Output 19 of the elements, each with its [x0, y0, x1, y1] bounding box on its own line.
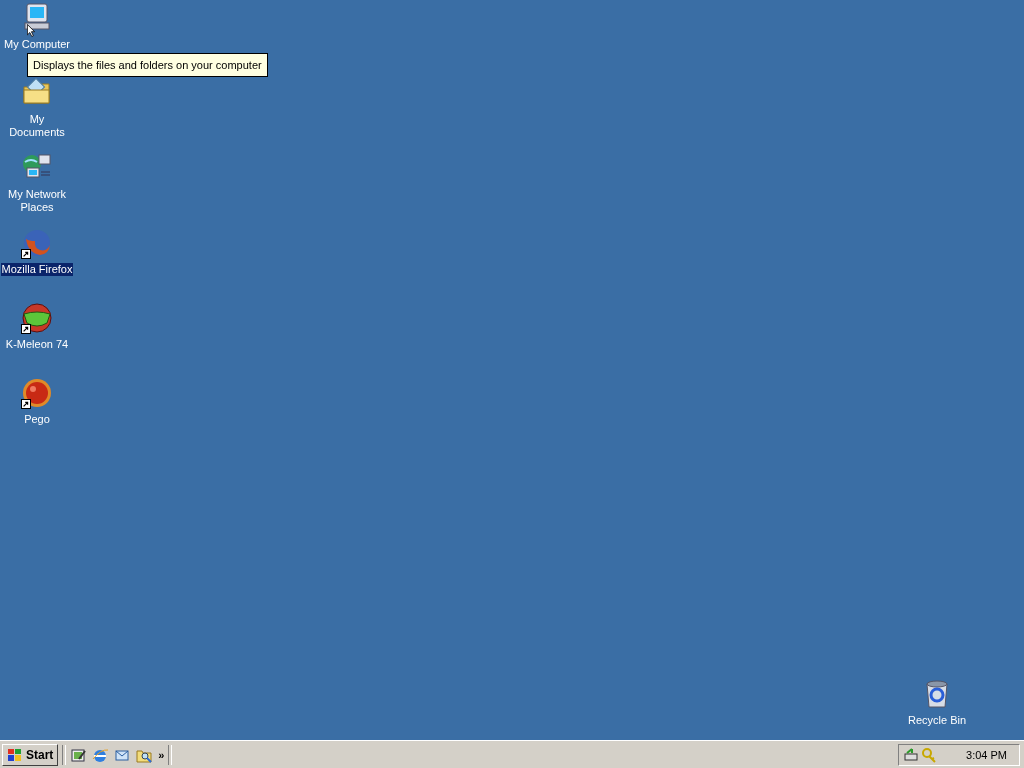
ball-icon[interactable] [21, 302, 53, 334]
icon-label[interactable]: Mozilla Firefox [0, 263, 74, 276]
clock[interactable]: 3:04 PM [966, 748, 1007, 761]
tooltip: Displays the files and folders on your computer [27, 53, 268, 77]
icon-label[interactable]: My Network Places [0, 188, 74, 214]
globe-icon[interactable] [92, 746, 109, 763]
globe-fox-icon[interactable] [21, 227, 53, 259]
more-chevron[interactable]: » [158, 748, 165, 761]
mouse-pointer-icon [27, 24, 35, 37]
icon-label[interactable]: Recycle Bin [906, 714, 968, 727]
icon-label[interactable]: Pego [23, 413, 51, 426]
windows-logo-icon [7, 747, 23, 762]
icon-label[interactable]: My Documents [0, 113, 74, 139]
desktop-icon[interactable] [70, 746, 87, 763]
ball-icon[interactable] [21, 377, 53, 409]
start-button[interactable]: Start [2, 743, 59, 766]
icon-label[interactable]: K-Meleon 74 [4, 338, 70, 351]
network-icon[interactable] [903, 746, 920, 763]
icon-label[interactable]: My Computer [3, 38, 71, 51]
